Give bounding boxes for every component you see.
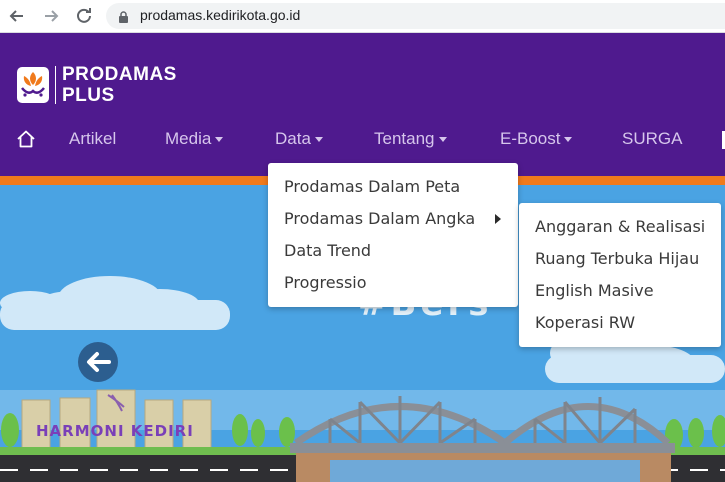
main-navbar: Artikel Media Data Tentang E-Boost SURGA — [0, 119, 725, 159]
browser-toolbar: prodamas.kedirikota.go.id — [0, 0, 725, 33]
reload-icon[interactable] — [73, 5, 95, 27]
chevron-down-icon — [438, 137, 447, 143]
site-logo-text[interactable]: PRODAMAS PLUS — [62, 64, 177, 106]
arrow-left-icon — [87, 352, 111, 372]
menu-item-data-trend[interactable]: Data Trend — [284, 241, 371, 260]
carousel-prev-button[interactable] — [78, 342, 118, 382]
menu-item-prodamas-dalam-angka[interactable]: Prodamas Dalam Angka — [284, 209, 475, 228]
menu-item-progressio[interactable]: Progressio — [284, 273, 367, 292]
nav-item-e-boost[interactable]: E-Boost — [500, 129, 573, 149]
url-text: prodamas.kedirikota.go.id — [140, 7, 301, 23]
chevron-right-icon — [495, 214, 501, 224]
back-arrow-icon[interactable] — [6, 5, 28, 27]
data-dropdown-menu: Prodamas Dalam Peta Prodamas Dalam Angka… — [268, 163, 518, 307]
nav-item-tentang[interactable]: Tentang — [374, 129, 447, 149]
chevron-down-icon — [564, 137, 573, 143]
nav-item-media[interactable]: Media — [165, 129, 224, 149]
logo-line-1: PRODAMAS — [62, 64, 177, 85]
home-icon[interactable] — [16, 129, 36, 153]
submenu-item-anggaran-realisasi[interactable]: Anggaran & Realisasi — [535, 217, 705, 236]
submenu-item-ruang-terbuka-hijau[interactable]: Ruang Terbuka Hijau — [535, 249, 699, 268]
nav-item-surga[interactable]: SURGA — [622, 129, 682, 149]
nav-item-artikel[interactable]: Artikel — [69, 129, 116, 149]
logo-line-2: PLUS — [62, 85, 115, 106]
angka-submenu: Anggaran & Realisasi Ruang Terbuka Hijau… — [519, 203, 721, 347]
forward-arrow-icon[interactable] — [40, 5, 62, 27]
prodamas-logo-icon[interactable] — [17, 67, 49, 103]
logo-divider — [55, 66, 56, 104]
submenu-item-koperasi-rw[interactable]: Koperasi RW — [535, 313, 635, 332]
address-bar[interactable]: prodamas.kedirikota.go.id — [106, 3, 725, 29]
monument-sign-text: HARMONI KEDIRI — [36, 422, 194, 440]
nav-item-data[interactable]: Data — [275, 129, 323, 149]
site-header: PRODAMAS PLUS Artikel Media Data Tentang… — [0, 33, 725, 176]
lock-icon — [118, 9, 129, 28]
submenu-item-english-masive[interactable]: English Masive — [535, 281, 654, 300]
chevron-down-icon — [215, 137, 224, 143]
menu-item-prodamas-dalam-peta[interactable]: Prodamas Dalam Peta — [284, 177, 460, 196]
chevron-down-icon — [314, 137, 323, 143]
